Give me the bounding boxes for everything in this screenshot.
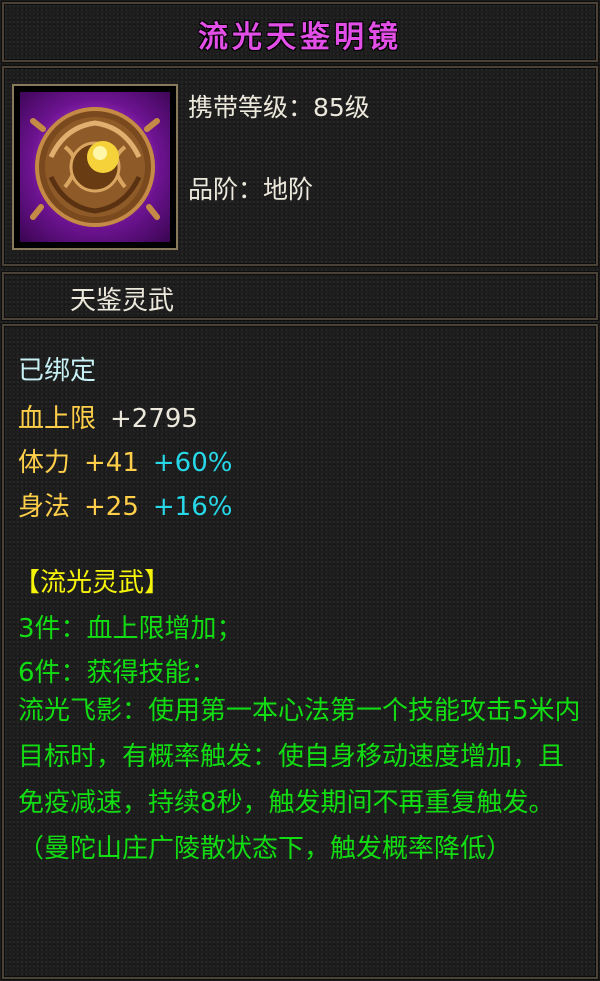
carry-level: 携带等级：85级	[188, 93, 370, 122]
set-name: 天鉴灵武	[70, 286, 175, 316]
item-name: 流光天鉴明镜	[198, 20, 402, 55]
skill-description: 流光飞影：使用第一本心法第一个技能攻击5米内目标时，有概率触发：使自身移动速度增…	[18, 696, 581, 864]
set-effect-6-piece: 6件：获得技能：	[18, 658, 217, 688]
item-icon-frame	[12, 84, 178, 250]
stat-label: 身法	[18, 492, 71, 522]
stat-value: +41	[84, 448, 139, 478]
stat-value: +2795	[110, 404, 198, 434]
stat-row-agility: 身法 +25 +16%	[18, 486, 232, 523]
stat-row-stamina: 体力 +41 +60%	[18, 442, 232, 479]
bronze-compass-orb-icon	[20, 92, 170, 242]
stat-bonus: +60%	[152, 448, 233, 478]
stat-value: +25	[84, 492, 139, 522]
set-effect-title: 【流光灵武】	[14, 568, 171, 598]
stat-label: 体力	[18, 448, 71, 478]
item-grade: 品阶：地阶	[188, 175, 314, 204]
set-effect-3-piece: 3件：血上限增加；	[18, 614, 243, 644]
bound-status: 已绑定	[18, 356, 97, 386]
stat-bonus: +16%	[152, 492, 233, 522]
stat-label: 血上限	[18, 404, 97, 434]
stat-row-hp: 血上限 +2795	[18, 398, 198, 435]
item-tooltip: 流光天鉴明镜 携带等级：85级 品阶：地阶 天鉴灵武 已绑定 血上限 +2795…	[0, 0, 600, 981]
